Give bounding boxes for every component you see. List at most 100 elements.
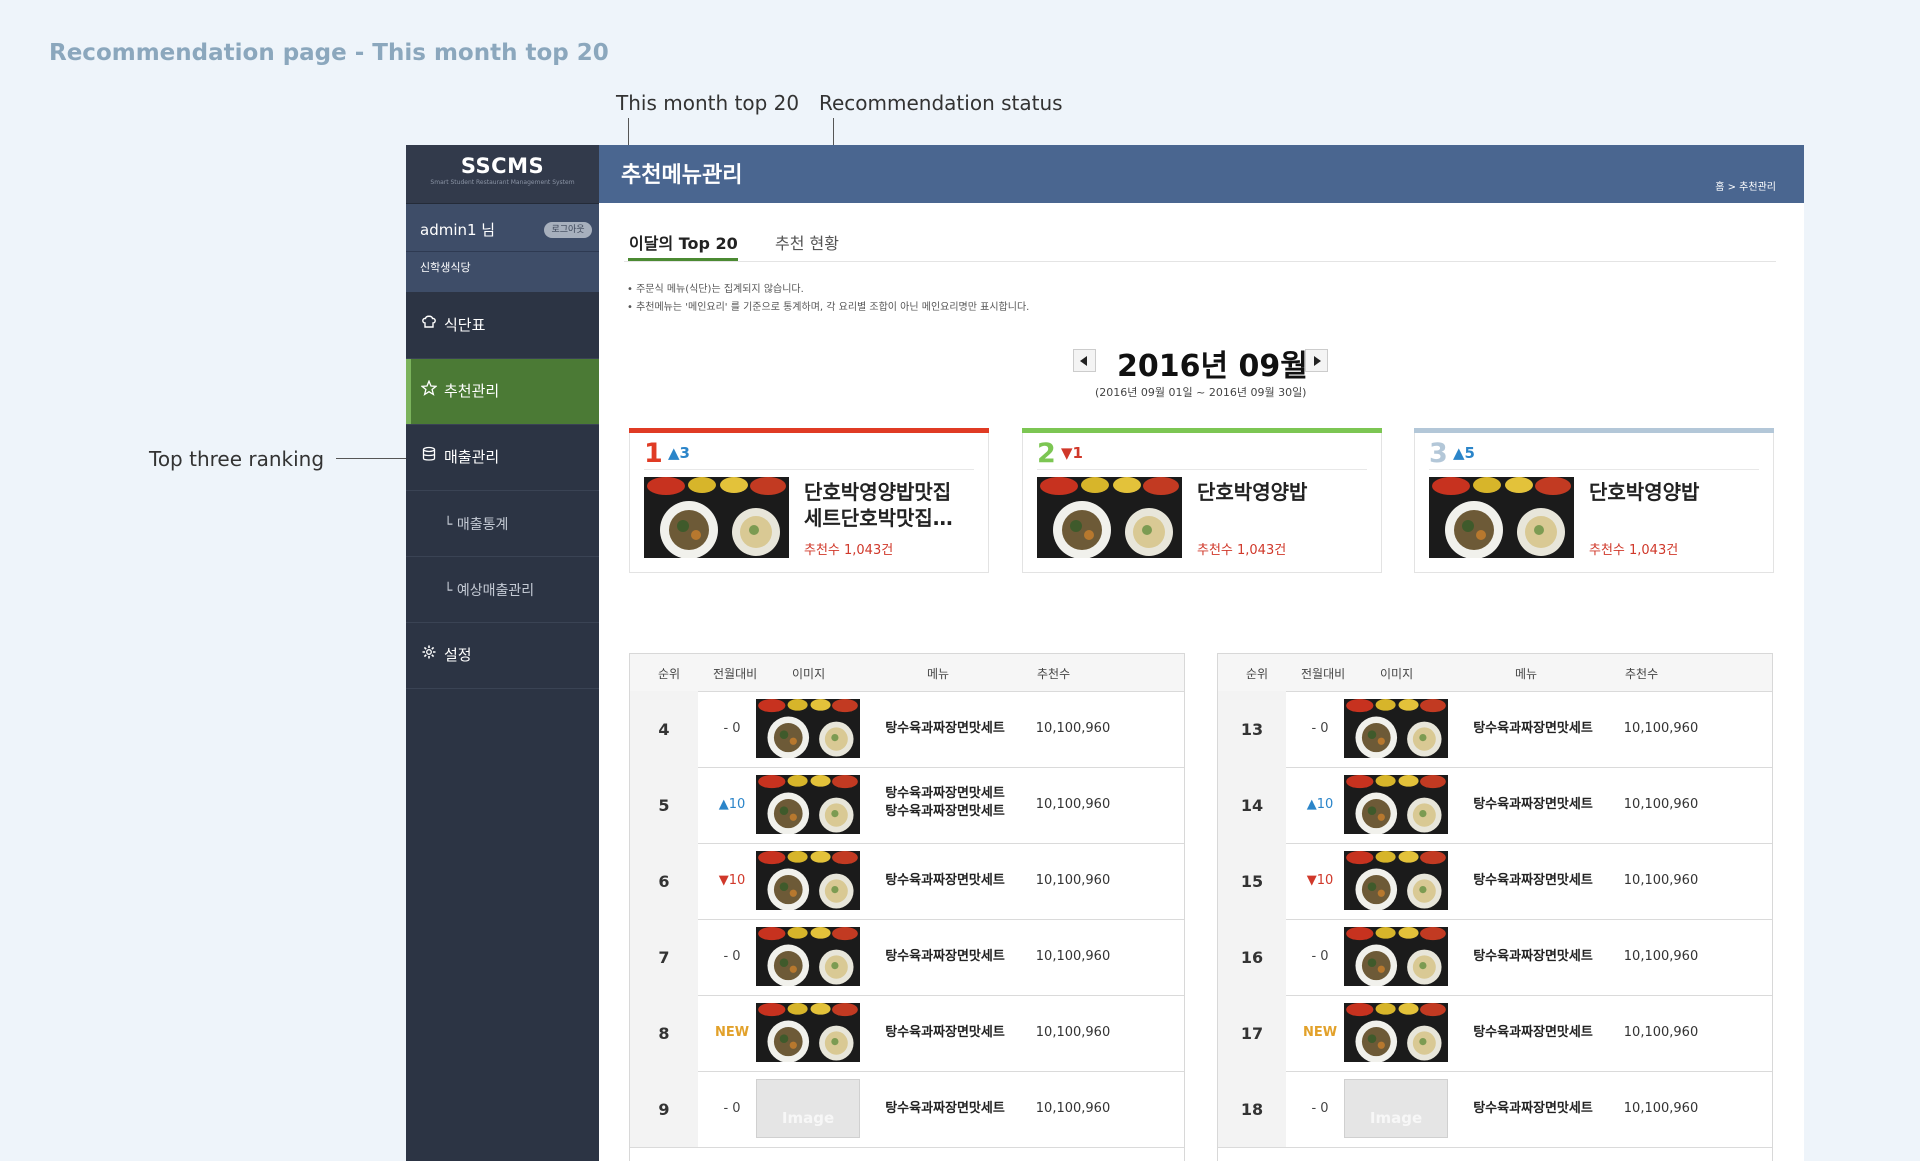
image-placeholder-label: Image [1369, 1109, 1423, 1127]
food-photo [756, 927, 860, 986]
sidebar-item-menu-table[interactable]: 식단표 [406, 293, 599, 359]
food-photo [756, 851, 860, 910]
rank-number: 1 [644, 438, 663, 469]
recommend-count: 추천수 1,043건 [804, 543, 894, 558]
notice-line-1: • 주문식 메뉴(식단)는 집계되지 않습니다. [627, 284, 804, 295]
divider [644, 469, 974, 470]
table-row[interactable]: 18- 0 Image 탕수육과짜장면맛세트 10,100,960 [1218, 1071, 1772, 1148]
sidebar-item-label: 식단표 [444, 316, 486, 334]
cafeteria-name: 신학생식당 [420, 261, 471, 274]
rank-number: 7 [658, 948, 670, 967]
prev-month-button[interactable] [1073, 349, 1096, 372]
table-row[interactable]: 16- 0 탕수육과짜장면맛세트 10,100,960 [1218, 919, 1772, 996]
rank-number: 14 [1240, 796, 1264, 815]
food-photo [644, 477, 789, 558]
menu-name-line: 탕수육과짜장면맛세트 [885, 949, 1005, 964]
month-title: 2016년 09월 [1117, 349, 1308, 384]
menu-image [1344, 1003, 1448, 1062]
rank-color-bar [629, 428, 989, 433]
image-placeholder-label: Image [781, 1109, 835, 1127]
column-header: 추천수 [1625, 667, 1659, 681]
logo[interactable]: SSCMS Smart Student Restaurant Managemen… [406, 145, 599, 204]
breadcrumb[interactable]: 홈 > 추천관리 [1715, 178, 1776, 193]
menu-name: 단호박영양밥 [1197, 480, 1308, 504]
rank-change: ▲5 [1453, 444, 1475, 462]
menu-image [756, 851, 860, 910]
tabs-divider [624, 261, 1776, 262]
table-row[interactable]: 13- 0 탕수육과짜장면맛세트 10,100,960 [1218, 691, 1772, 768]
sidebar-subitem-expected-sales[interactable]: └ 예상매출관리 [406, 557, 599, 623]
sidebar-item-sales[interactable]: 매출관리 [406, 425, 599, 491]
menu-name-line: 탕수육과짜장면맛세트 [1473, 949, 1593, 964]
table-row[interactable]: 15 ▼10 탕수육과짜장면맛세트 10,100,960 [1218, 843, 1772, 920]
sidebar-item-label: 매출관리 [444, 448, 500, 466]
gear-icon [422, 645, 436, 659]
menu-image [1344, 775, 1448, 834]
table-row[interactable]: 9- 0 Image 탕수육과짜장면맛세트 10,100,960 [630, 1071, 1184, 1148]
menu-name: 탕수육과짜장면맛세트 [1450, 1024, 1616, 1042]
sidebar-item-settings[interactable]: 설정 [406, 623, 599, 689]
column-header: 순위 [658, 667, 681, 681]
logout-button[interactable]: 로그아웃 [544, 222, 592, 238]
notice-line-2: • 추천메뉴는 '메인요리' 를 기준으로 통계하며, 각 요리별 조합이 아닌… [627, 302, 1030, 313]
menu-name: 탕수육과짜장면맛세트 [1450, 796, 1616, 814]
menu-name-line: 탕수육과짜장면맛세트 [885, 1025, 1005, 1040]
rank-number: 4 [658, 720, 670, 739]
menu-name: 탕수육과짜장면맛세트 [862, 720, 1028, 738]
recommend-count: 10,100,960 [1623, 1101, 1699, 1116]
recommend-count: 10,100,960 [1035, 1025, 1111, 1040]
menu-image: Image [1344, 1079, 1448, 1138]
user-panel: admin1 님 로그아웃 신학생식당 [406, 204, 599, 292]
tab-recommendation-status[interactable]: 추천 현황 [775, 230, 839, 254]
recommend-count: 10,100,960 [1035, 1101, 1111, 1116]
rank-change: ▲3 [668, 444, 690, 462]
sidebar-subitem-sales-stats[interactable]: └ 매출통계 [406, 491, 599, 557]
rank-number: 16 [1240, 948, 1264, 967]
menu-name-line: 탕수육과짜장면맛세트 [1473, 873, 1593, 888]
ranking-table-right: 순위 전월대비 이미지 메뉴 추천수 13- 0 탕수육과짜장면맛세트 10,100,960… [1217, 653, 1773, 1161]
rank-number: 9 [658, 1100, 670, 1119]
food-photo [756, 1003, 860, 1062]
sidebar-subitem-label: └ 매출통계 [444, 517, 509, 533]
table-row[interactable]: 5 ▲10 탕수육과짜장면맛세트 탕수육과짜장면맛세트 10,100,960 [630, 767, 1184, 844]
column-header: 이미지 [792, 667, 826, 681]
rank-number: 5 [658, 796, 670, 815]
menu-name: 탕수육과짜장면맛세트 [862, 1100, 1028, 1118]
rank-number: 6 [658, 872, 670, 891]
recommend-count: 10,100,960 [1623, 721, 1699, 736]
main-content: 이달의 Top 20 추천 현황 • 주문식 메뉴(식단)는 집계되지 않습니다… [599, 203, 1804, 1161]
menu-name: 탕수육과짜장면맛세트 [862, 1024, 1028, 1042]
table-row[interactable]: 8 NEW 탕수육과짜장면맛세트 10,100,960 [630, 995, 1184, 1072]
recommend-count: 추천수 1,043건 [1197, 543, 1287, 558]
top-card-1[interactable]: 1 ▲3 단호박영양밥맛집 세트단호박맛집… 추천수 1,043건 [629, 428, 989, 573]
annotation-status: Recommendation status [819, 91, 1063, 115]
menu-image [756, 1003, 860, 1062]
menu-name-line: 탕수육과짜장면맛세트 [1473, 721, 1593, 736]
table-row[interactable]: 6 ▼10 탕수육과짜장면맛세트 10,100,960 [630, 843, 1184, 920]
next-month-button[interactable] [1305, 349, 1328, 372]
menu-name: 탕수육과짜장면맛세트 탕수육과짜장면맛세트 [862, 785, 1028, 821]
recommend-count: 10,100,960 [1623, 797, 1699, 812]
header-bar: 추천메뉴관리 홈 > 추천관리 [599, 145, 1804, 203]
table-row[interactable]: 17 NEW 탕수육과짜장면맛세트 10,100,960 [1218, 995, 1772, 1072]
table-row[interactable]: 7- 0 탕수육과짜장면맛세트 10,100,960 [630, 919, 1184, 996]
tab-top20[interactable]: 이달의 Top 20 [629, 230, 738, 254]
menu-name-line: 탕수육과짜장면맛세트 [1473, 1025, 1593, 1040]
menu-name: 단호박영양밥 [1589, 480, 1700, 504]
table-row[interactable]: 4- 0 탕수육과짜장면맛세트 10,100,960 [630, 691, 1184, 768]
top-card-3[interactable]: 3 ▲5 단호박영양밥 추천수 1,043건 [1414, 428, 1774, 573]
column-header: 메뉴 [927, 667, 950, 681]
logo-title: SSCMS [460, 154, 545, 178]
logo-subtitle: Smart Student Restaurant Management Syst… [430, 179, 575, 186]
sidebar-item-recommendation[interactable]: 추천관리 [406, 359, 599, 425]
column-header: 이미지 [1380, 667, 1414, 681]
menu-image [756, 775, 860, 834]
menu-name: 탕수육과짜장면맛세트 [862, 872, 1028, 890]
top-card-2[interactable]: 2 ▼1 단호박영양밥 추천수 1,043건 [1022, 428, 1382, 573]
recommend-count: 10,100,960 [1623, 873, 1699, 888]
divider [406, 251, 599, 252]
divider [1037, 469, 1367, 470]
menu-name: 탕수육과짜장면맛세트 [862, 948, 1028, 966]
table-row[interactable]: 14 ▲10 탕수육과짜장면맛세트 10,100,960 [1218, 767, 1772, 844]
menu-name: 탕수육과짜장면맛세트 [1450, 948, 1616, 966]
